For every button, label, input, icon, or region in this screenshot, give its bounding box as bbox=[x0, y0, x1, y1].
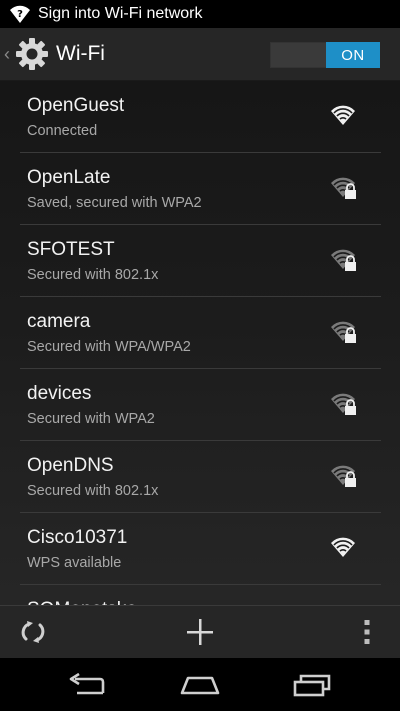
network-ssid: devices bbox=[27, 383, 92, 404]
action-bar: ‹ Wi-Fi ON bbox=[0, 28, 400, 81]
home-icon[interactable] bbox=[160, 658, 240, 711]
wifi-signal-lock-icon bbox=[329, 391, 357, 417]
status-bar: ? Sign into Wi-Fi network bbox=[0, 0, 400, 28]
wifi-settings-screen: ? Sign into Wi-Fi network ‹ Wi-Fi ON Ope… bbox=[0, 0, 400, 711]
network-item[interactable]: Cisco10371 WPS available bbox=[20, 513, 381, 585]
bottom-toolbar bbox=[0, 605, 400, 658]
network-ssid: OpenGuest bbox=[27, 95, 125, 116]
network-ssid: Cisco10371 bbox=[27, 527, 128, 548]
wifi-signal-icon bbox=[329, 535, 357, 561]
network-summary: Saved, secured with WPA2 bbox=[27, 195, 202, 211]
wifi-signal-lock-icon bbox=[329, 463, 357, 489]
status-notification-text: Sign into Wi-Fi network bbox=[38, 5, 203, 22]
network-summary: Secured with 802.1x bbox=[27, 483, 159, 499]
add-network-icon[interactable] bbox=[176, 606, 224, 658]
network-item[interactable]: camera Secured with WPA/WPA2 bbox=[20, 297, 381, 369]
navigation-bar bbox=[0, 658, 400, 711]
network-ssid: OpenLate bbox=[27, 167, 111, 188]
network-summary: Secured with WPA2 bbox=[27, 411, 155, 427]
network-summary: Secured with 802.1x bbox=[27, 267, 159, 283]
network-item[interactable]: devices Secured with WPA2 bbox=[20, 369, 381, 441]
recent-apps-icon[interactable] bbox=[272, 658, 352, 711]
wifi-signal-lock-icon bbox=[329, 175, 357, 201]
network-item[interactable]: SFOTEST Secured with 802.1x bbox=[20, 225, 381, 297]
wifi-question-icon: ? bbox=[6, 0, 34, 28]
settings-gear-icon[interactable] bbox=[14, 36, 50, 72]
overflow-menu-icon[interactable] bbox=[350, 606, 384, 658]
page-title: Wi-Fi bbox=[56, 42, 105, 65]
network-item[interactable]: SOMenetsko bbox=[20, 585, 381, 605]
network-summary: Connected bbox=[27, 123, 98, 139]
network-item[interactable]: OpenGuest Connected bbox=[20, 81, 381, 153]
wifi-toggle[interactable]: ON bbox=[270, 42, 380, 68]
network-ssid: OpenDNS bbox=[27, 455, 114, 476]
network-summary: Secured with WPA/WPA2 bbox=[27, 339, 191, 355]
network-list: OpenGuest Connected OpenLate Saved, secured… bbox=[0, 81, 400, 605]
back-icon[interactable] bbox=[48, 658, 128, 711]
network-ssid: camera bbox=[27, 311, 91, 332]
up-caret-icon[interactable]: ‹ bbox=[4, 44, 12, 65]
wifi-signal-lock-icon bbox=[329, 247, 357, 273]
wps-icon[interactable] bbox=[10, 606, 56, 658]
wifi-signal-icon bbox=[329, 103, 357, 129]
network-item[interactable]: OpenDNS Secured with 802.1x bbox=[20, 441, 381, 513]
wifi-signal-lock-icon bbox=[329, 319, 357, 345]
network-item[interactable]: OpenLate Saved, secured with WPA2 bbox=[20, 153, 381, 225]
svg-text:?: ? bbox=[17, 9, 23, 20]
network-summary: WPS available bbox=[27, 555, 122, 571]
wifi-toggle-thumb[interactable]: ON bbox=[326, 42, 380, 68]
network-ssid: SFOTEST bbox=[27, 239, 115, 260]
